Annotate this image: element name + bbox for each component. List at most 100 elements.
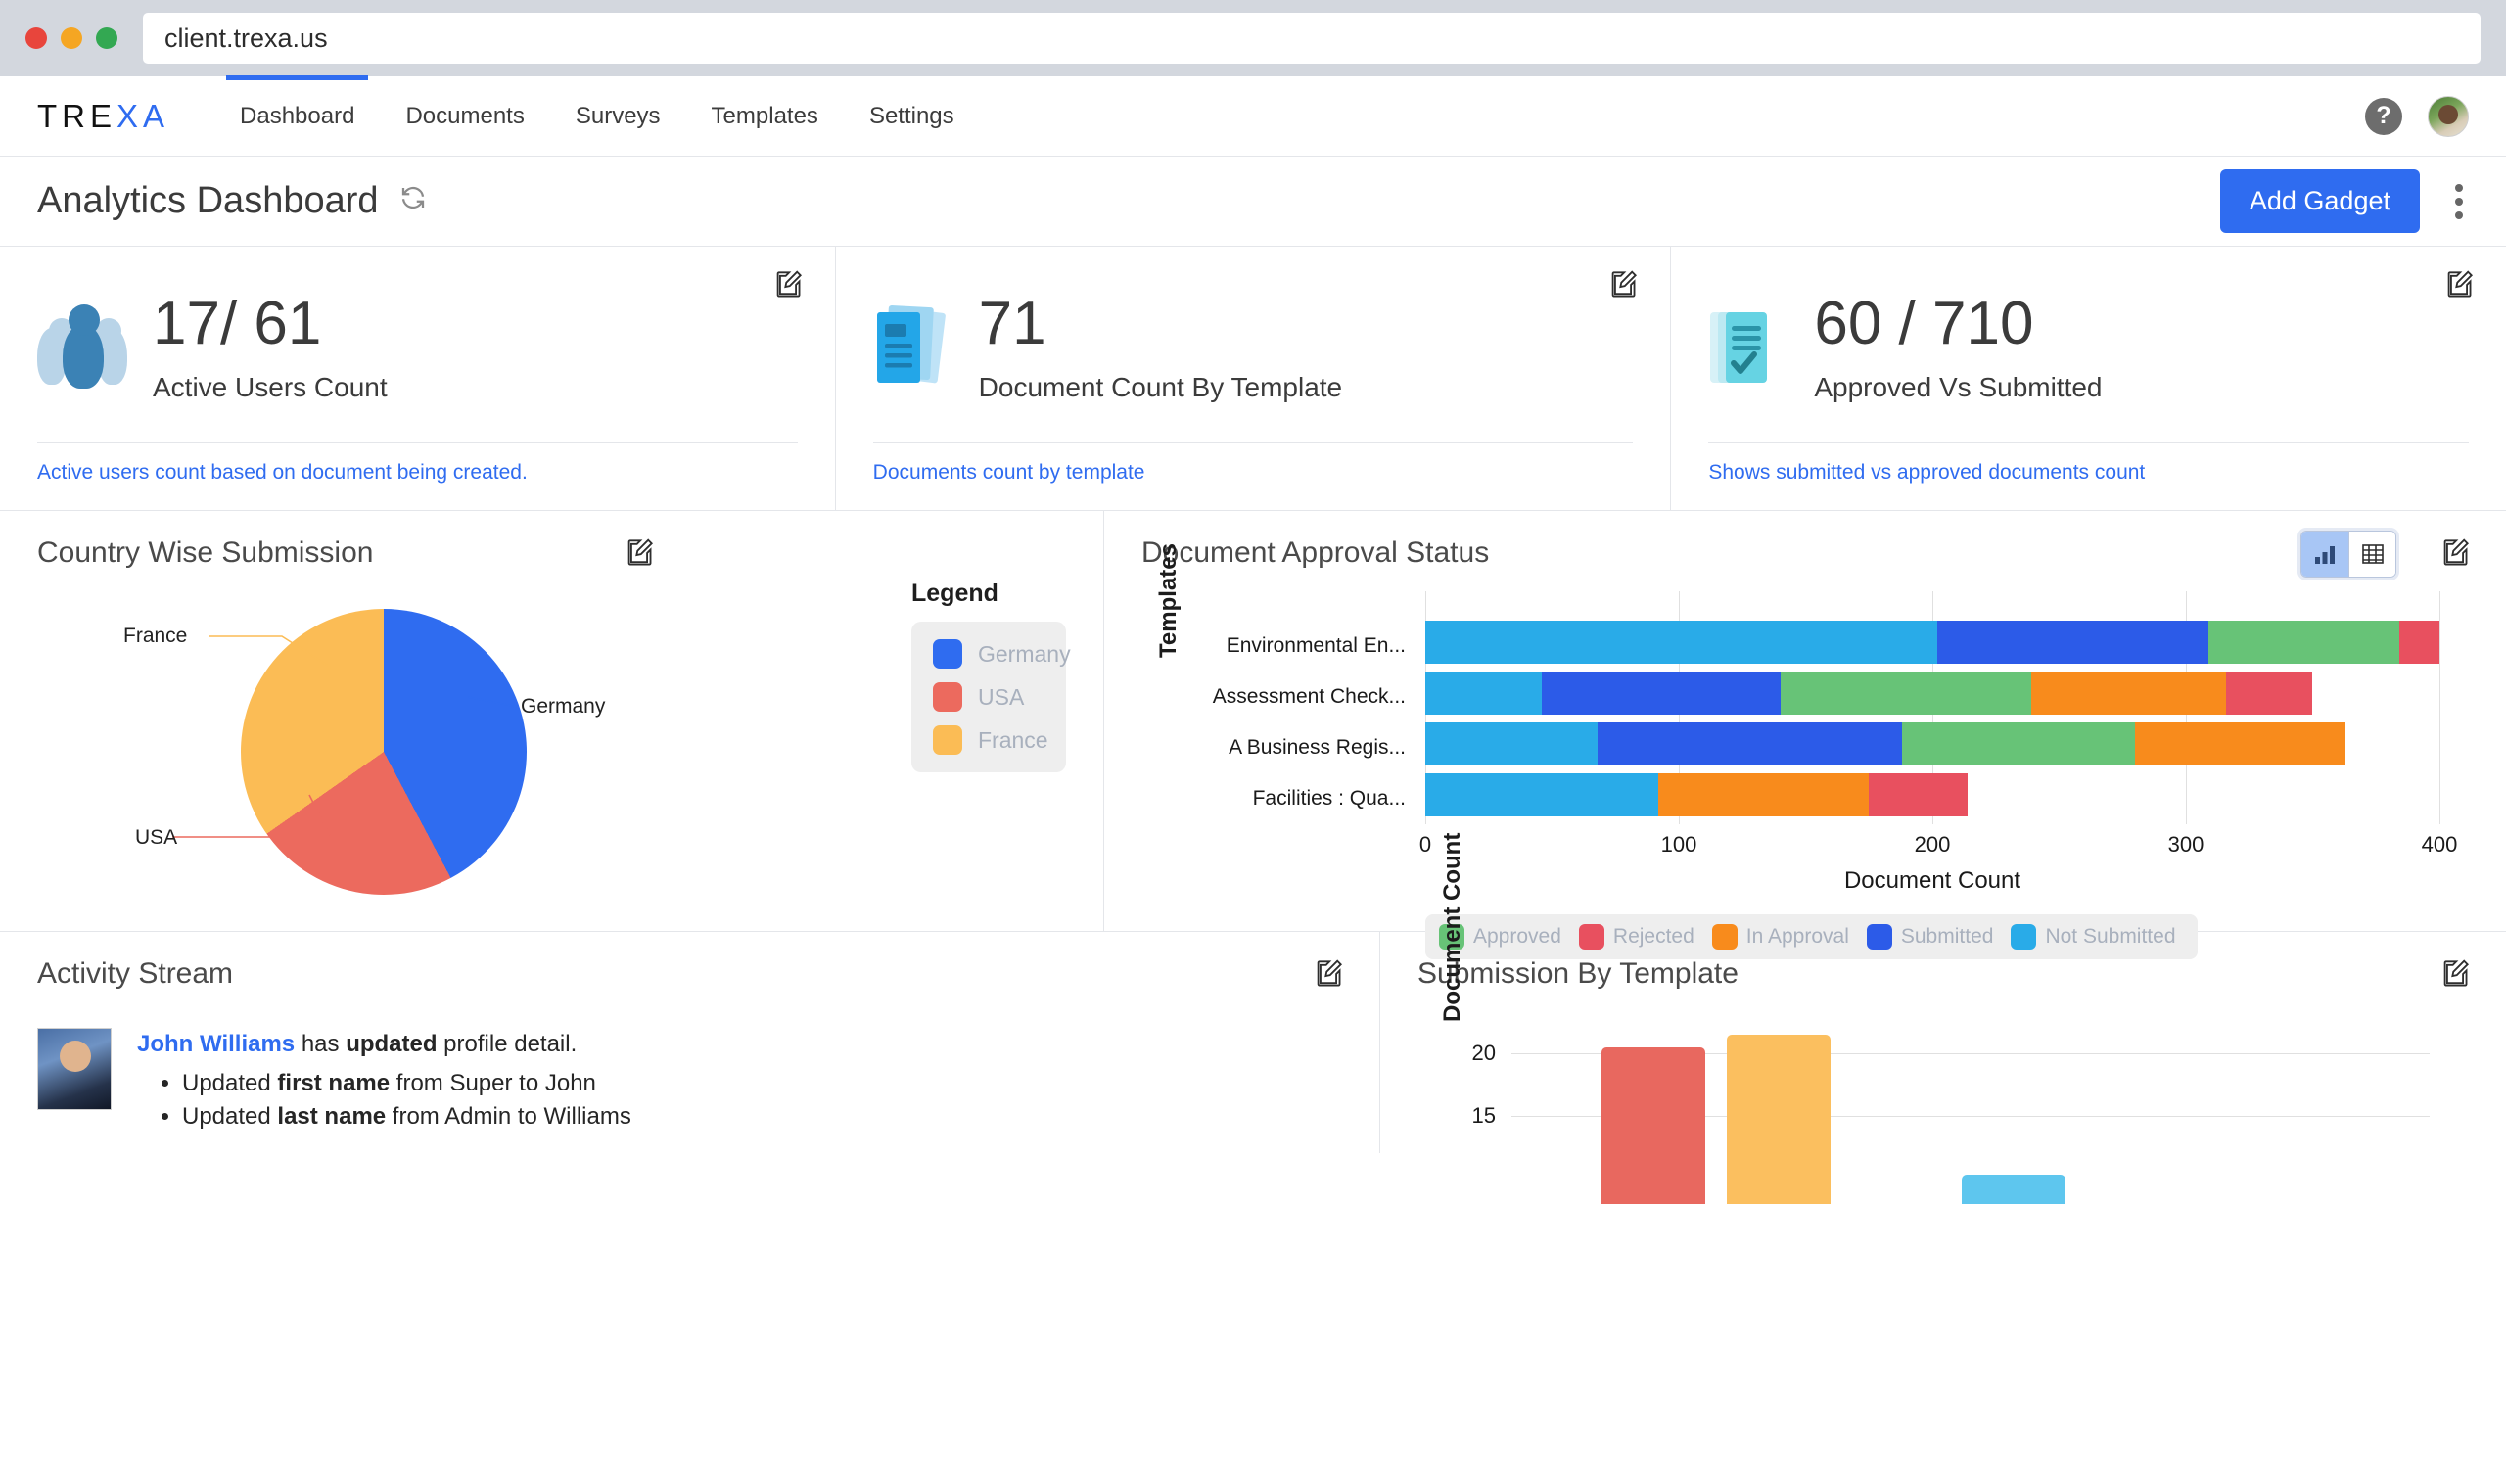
- legend-label: Germany: [978, 640, 1071, 667]
- avatar: [37, 1028, 112, 1110]
- activity-user-link[interactable]: John Williams: [137, 1031, 295, 1057]
- detail-post: from Super to John: [390, 1069, 596, 1096]
- edit-icon[interactable]: [2445, 270, 2474, 300]
- help-icon[interactable]: ?: [2365, 97, 2402, 135]
- detail-post: from Admin to Williams: [386, 1102, 631, 1130]
- browser-chrome: client.trexa.us: [0, 0, 2506, 76]
- widget-submission-by-template: Submission By Template Document Count 20…: [1380, 833, 2506, 1204]
- x-axis-tick: 400: [2421, 832, 2458, 857]
- minimize-window-button[interactable]: [61, 27, 82, 49]
- legend-item-france[interactable]: France: [933, 725, 1048, 755]
- users-icon: [37, 302, 131, 393]
- logo-text-blue: XA: [116, 97, 170, 134]
- y-axis-tick: 20: [1471, 1041, 1496, 1065]
- edit-icon[interactable]: [774, 270, 802, 300]
- legend-item-usa[interactable]: USA: [933, 682, 1044, 712]
- widget-document-approval-status: Document Approval Status Templates Envir…: [1104, 511, 2506, 959]
- nav-item-surveys[interactable]: Surveys: [550, 76, 686, 156]
- kpi-card-approved-vs-submitted: 60 / 710 Approved Vs Submitted Shows sub…: [1670, 247, 2506, 510]
- activity-action-post: profile detail.: [437, 1031, 578, 1057]
- divider: [872, 442, 1634, 443]
- refresh-icon[interactable]: [398, 183, 428, 220]
- bottom-widgets-row: Activity Stream John Williams has update…: [0, 833, 2506, 1204]
- close-window-button[interactable]: [25, 27, 47, 49]
- x-axis-title: Document Count: [1843, 867, 2021, 894]
- nav-item-documents[interactable]: Documents: [380, 76, 549, 156]
- bar-row-facilities[interactable]: [1425, 773, 1969, 816]
- segment-in-approval: [2031, 672, 2227, 715]
- table-grid-icon[interactable]: [2348, 532, 2395, 577]
- detail-bold: last name: [277, 1102, 387, 1130]
- x-axis-tick: 300: [2167, 832, 2204, 857]
- add-gadget-button[interactable]: Add Gadget: [2219, 169, 2420, 233]
- detail-pre: Updated: [182, 1102, 278, 1130]
- edit-icon[interactable]: [2441, 538, 2469, 568]
- nav-item-settings[interactable]: Settings: [844, 76, 980, 156]
- segment-approved: [2208, 621, 2399, 664]
- widget-title: Activity Stream: [37, 957, 234, 990]
- activity-detail-item: Updated first name from Super to John: [182, 1070, 631, 1097]
- edit-icon[interactable]: [1315, 959, 1342, 989]
- widget-country-wise-submission: Country Wise Submission France USA Germa…: [0, 511, 1104, 931]
- submission-bar-chart: Document Count 20 15: [1417, 833, 2469, 1204]
- detail-bold: first name: [277, 1069, 391, 1096]
- segment-submitted: [1937, 621, 2209, 664]
- segment-approved: [1780, 672, 2032, 715]
- pie-legend: Legend Germany USA France: [911, 536, 1071, 905]
- legend-item-germany[interactable]: Germany: [933, 639, 1071, 669]
- pie-label-france: France: [123, 625, 188, 647]
- kpi-footnote-link[interactable]: Shows submitted vs approved documents co…: [1708, 461, 2469, 485]
- activity-headline: John Williams has updated profile detail…: [137, 1028, 631, 1062]
- x-axis-tick: 100: [1660, 832, 1697, 857]
- activity-detail-item: Updated last name from Admin to Williams: [182, 1103, 631, 1131]
- nav-item-templates[interactable]: Templates: [686, 76, 844, 156]
- kpi-card-active-users: 17/ 61 Active Users Count Active users c…: [0, 247, 835, 510]
- trexa-logo[interactable]: TRE XA: [37, 98, 169, 135]
- segment-in-approval: [1658, 773, 1870, 816]
- edit-icon[interactable]: [2441, 959, 2469, 989]
- legend-swatch: [933, 682, 962, 712]
- widget-activity-stream: Activity Stream John Williams has update…: [0, 932, 1380, 1153]
- approved-document-icon: [1708, 301, 1792, 394]
- kebab-menu-icon[interactable]: [2449, 178, 2469, 225]
- bar-category-label: Environmental En...: [1226, 634, 1406, 657]
- kpi-card-document-count: 71 Document Count By Template Documents …: [834, 247, 1671, 510]
- kpi-label: Approved Vs Submitted: [1814, 371, 2103, 402]
- widget-title: Country Wise Submission: [37, 536, 374, 569]
- submission-bar[interactable]: [1601, 1047, 1705, 1204]
- bar-row-assessment[interactable]: [1425, 672, 2313, 715]
- detail-pre: Updated: [182, 1069, 278, 1096]
- submission-bar[interactable]: [1727, 1035, 1831, 1204]
- kpi-footnote-link[interactable]: Active users count based on document bei…: [37, 461, 798, 485]
- legend-label: France: [978, 726, 1048, 753]
- activity-action-bold: updated: [346, 1031, 438, 1057]
- segment-not-submitted: [1425, 621, 1938, 664]
- kpi-value: 60 / 710: [1814, 290, 2034, 358]
- window-traffic-lights: [25, 27, 117, 49]
- kpi-value: 17/ 61: [153, 290, 322, 358]
- bar-row-environmental[interactable]: [1425, 621, 2439, 664]
- app-navbar: TRE XA Dashboard Documents Surveys Templa…: [0, 75, 2506, 157]
- segment-not-submitted: [1425, 672, 1543, 715]
- legend-label: USA: [978, 683, 1025, 710]
- url-input[interactable]: client.trexa.us: [143, 13, 2481, 64]
- segment-in-approval: [2135, 722, 2346, 765]
- kpi-footnote-link[interactable]: Documents count by template: [873, 461, 1634, 485]
- bar-chart-icon[interactable]: [2301, 532, 2348, 577]
- segment-not-submitted: [1425, 773, 1659, 816]
- nav-item-dashboard[interactable]: Dashboard: [214, 75, 380, 156]
- kpi-label: Document Count By Template: [978, 371, 1343, 402]
- edit-icon[interactable]: [1609, 270, 1638, 300]
- maximize-window-button[interactable]: [96, 27, 117, 49]
- activity-list-item: John Williams has updated profile detail…: [37, 1028, 1342, 1131]
- documents-icon: [873, 301, 957, 394]
- widget-title: Submission By Template: [1417, 957, 1739, 990]
- bar-row-business-registration[interactable]: [1425, 722, 2346, 765]
- segment-rejected: [2398, 621, 2439, 664]
- widget-title: Document Approval Status: [1141, 536, 1490, 569]
- page-title: Analytics Dashboard: [37, 180, 379, 221]
- user-avatar[interactable]: [2428, 95, 2469, 137]
- segment-not-submitted: [1425, 722, 1599, 765]
- edit-icon[interactable]: [626, 538, 653, 568]
- submission-bar[interactable]: [1962, 1175, 2065, 1204]
